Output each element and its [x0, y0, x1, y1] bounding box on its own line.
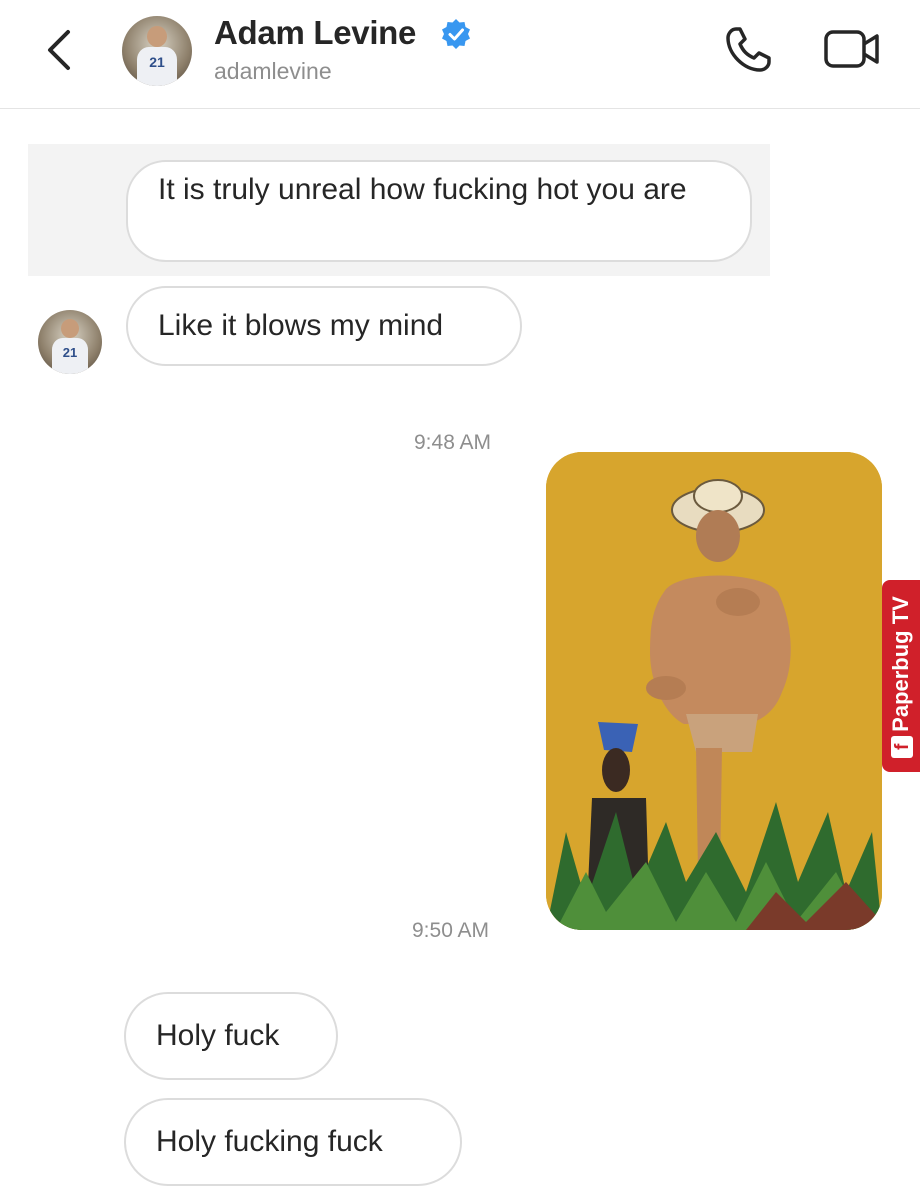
back-chevron-icon [48, 30, 70, 70]
message-timestamp: 9:50 AM [412, 919, 490, 942]
avatar-face [147, 25, 167, 47]
profile-avatar[interactable]: 21 [122, 16, 192, 86]
back-button[interactable] [38, 26, 82, 74]
audio-call-button[interactable] [722, 24, 774, 76]
watermark-badge: f Paperbug TV [882, 580, 920, 772]
avatar-jersey-number: 21 [62, 344, 78, 360]
incoming-message[interactable]: Like it blows my mind [126, 286, 522, 366]
phone-icon [726, 27, 771, 72]
contact-username: adamlevine [214, 58, 332, 84]
facebook-icon: f [891, 735, 914, 758]
conversation-header: 21 Adam Levine adamlevine [0, 0, 920, 109]
video-camera-icon [824, 30, 879, 68]
sender-avatar[interactable]: 21 [38, 310, 102, 374]
video-call-button[interactable] [822, 26, 882, 72]
watermark-text: f Paperbug TV [882, 580, 920, 774]
contact-name[interactable]: Adam Levine [214, 14, 416, 52]
verified-badge-icon [442, 19, 470, 49]
incoming-message[interactable]: Holy fucking fuck [124, 1098, 462, 1186]
message-timestamp: 9:48 AM [414, 431, 492, 454]
incoming-message[interactable]: It is truly unreal how fucking hot you a… [126, 160, 752, 262]
photo-image [546, 452, 882, 930]
incoming-message[interactable]: Holy fuck [124, 992, 338, 1080]
avatar-jersey-number: 21 [149, 53, 165, 70]
sent-photo-message[interactable] [546, 452, 882, 930]
avatar-face [61, 318, 79, 339]
watermark-label: Paperbug TV [888, 596, 913, 732]
